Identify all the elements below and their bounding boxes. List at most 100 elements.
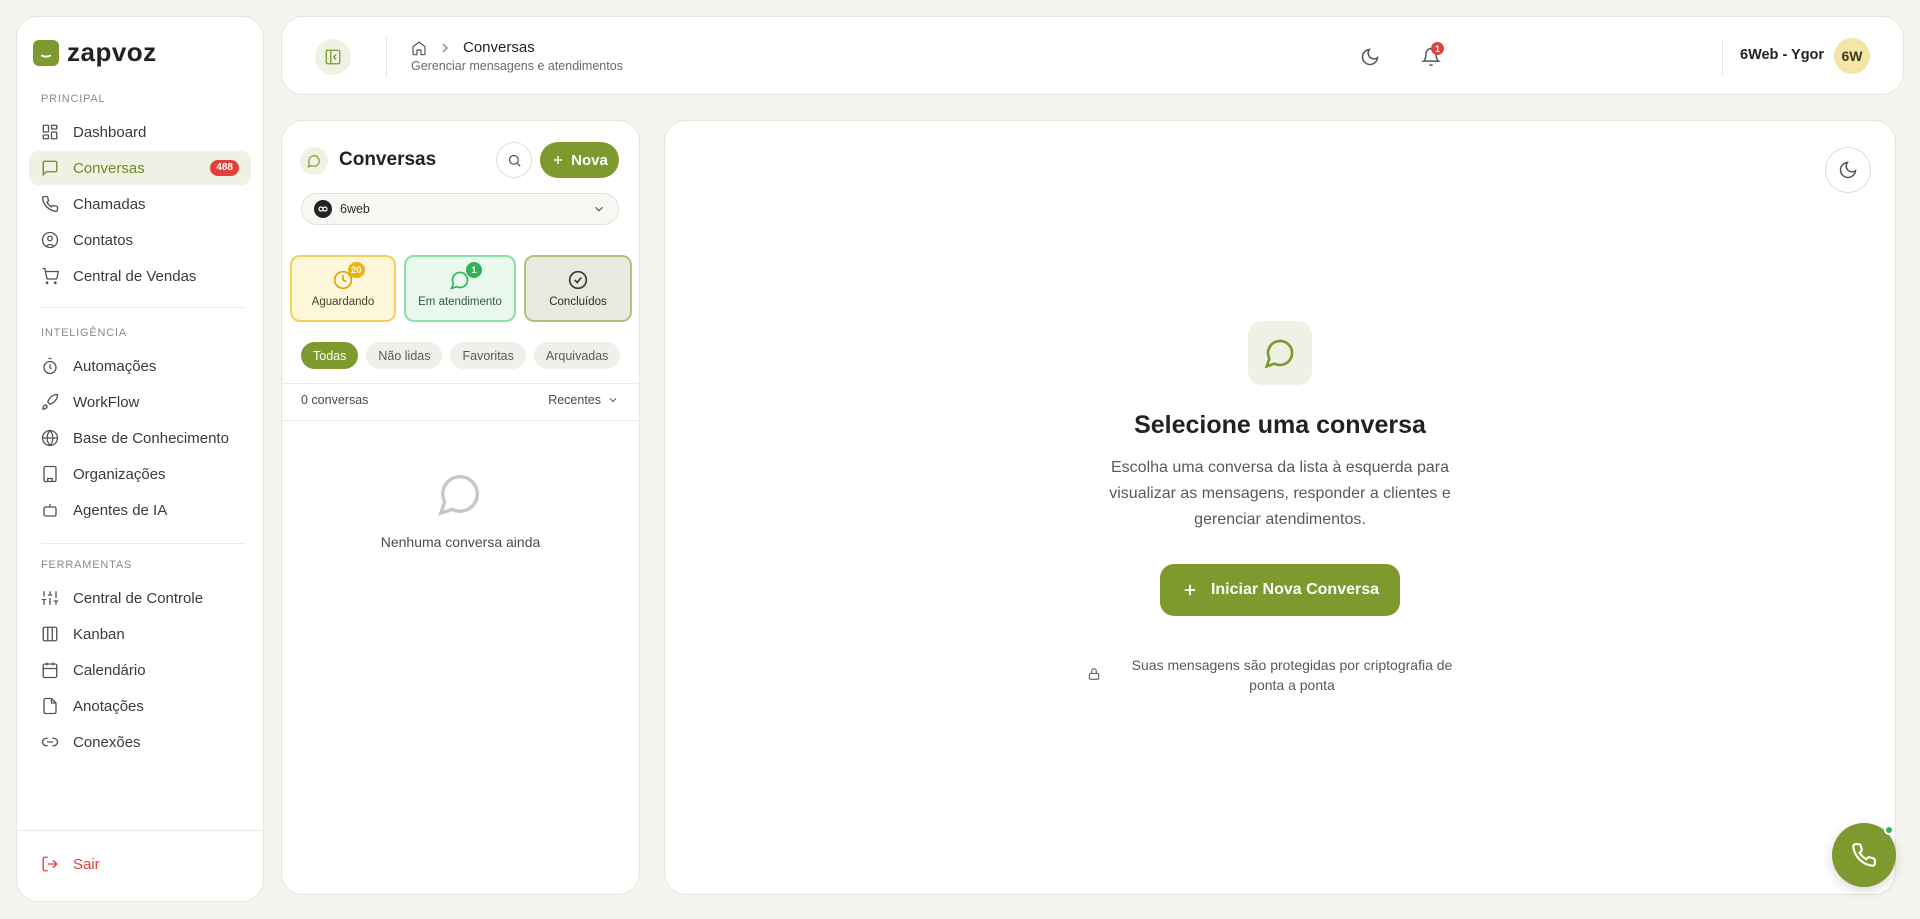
sidebar-item-label: Central de Controle	[73, 589, 204, 607]
breadcrumb-current: Conversas	[463, 39, 535, 56]
timer-icon	[43, 357, 57, 375]
in-service-count-badge: 1	[466, 262, 482, 278]
sidebar-item-label: Base de Conhecimento	[73, 429, 229, 447]
empty-state-text: Nenhuma conversa ainda	[380, 534, 541, 550]
sidebar-item-label: Anotações	[73, 697, 144, 715]
sidebar-item-workflow[interactable]: WorkFlow	[29, 385, 251, 419]
sidebar-item-calendario[interactable]: Calendário	[29, 653, 251, 687]
status-card-done[interactable]: Concluídos	[524, 255, 632, 322]
cart-icon	[42, 267, 59, 285]
sidebar-item-dashboard[interactable]: Dashboard	[29, 115, 251, 149]
divider	[386, 37, 387, 77]
divider	[282, 383, 639, 384]
search-button[interactable]	[496, 142, 532, 178]
moon-icon	[1839, 161, 1857, 179]
phone-icon	[1852, 843, 1876, 867]
dashboard-icon	[42, 124, 58, 140]
online-status-dot	[1884, 825, 1894, 835]
sidebar-item-conversas[interactable]: Conversas 488	[29, 151, 251, 185]
sort-label: Recentes	[548, 393, 601, 407]
filter-nao-lidas[interactable]: Não lidas	[366, 342, 443, 369]
sidebar-item-automacoes[interactable]: Automações	[29, 349, 251, 383]
sidebar-item-central-de-controle[interactable]: Central de Controle	[29, 581, 251, 615]
nav-section-inteligencia: INTELIGÊNCIA Automações WorkFlow Base de…	[17, 323, 263, 527]
filter-tabs: Todas Não lidas Favoritas Arquivadas	[301, 342, 621, 369]
conversation-count: 0 conversas	[301, 393, 369, 407]
phone-icon	[41, 195, 59, 213]
sidebar-item-conexoes[interactable]: Conexões	[29, 725, 251, 759]
new-conversation-button[interactable]: Nova	[540, 142, 619, 178]
bot-icon	[43, 504, 57, 517]
globe-icon	[41, 429, 59, 447]
sidebar-item-label: Dashboard	[73, 123, 147, 141]
logout-button[interactable]: Sair	[29, 849, 112, 879]
filter-todas[interactable]: Todas	[301, 342, 359, 369]
notifications-button[interactable]: 1	[1416, 42, 1446, 72]
sort-dropdown[interactable]: Recentes	[548, 393, 619, 407]
plus-icon	[554, 155, 563, 165]
contacts-icon	[41, 231, 59, 249]
home-icon[interactable]	[411, 40, 427, 56]
kanban-icon	[42, 626, 58, 642]
file-icon	[43, 697, 57, 715]
call-fab-button[interactable]	[1832, 823, 1896, 887]
divider	[41, 543, 245, 544]
sidebar-item-kanban[interactable]: Kanban	[29, 617, 251, 651]
sliders-icon	[41, 591, 59, 605]
sidebar-item-anotacoes[interactable]: Anotações	[29, 689, 251, 723]
chevron-right-icon	[442, 43, 448, 52]
sidebar-item-contatos[interactable]: Contatos	[29, 223, 251, 257]
sidebar-item-label: Contatos	[73, 231, 134, 249]
instance-value: 6web	[340, 202, 370, 216]
waiting-count-badge: 20	[348, 262, 365, 278]
plus-icon	[1184, 584, 1196, 596]
start-conversation-button[interactable]: Iniciar Nova Conversa	[1160, 564, 1400, 616]
sidebar-toggle-button[interactable]	[315, 39, 351, 75]
filter-arquivadas[interactable]: Arquivadas	[533, 342, 621, 369]
panel-title: Conversas	[339, 149, 437, 170]
chevron-down-icon	[609, 398, 617, 403]
search-icon	[508, 154, 521, 167]
instance-avatar	[314, 200, 332, 218]
logout-label: Sair	[73, 855, 100, 873]
instance-select[interactable]: 6web	[301, 193, 619, 225]
panel-left-icon	[325, 49, 341, 65]
link-icon	[41, 737, 59, 747]
rocket-icon	[42, 393, 59, 410]
breadcrumb: Conversas	[411, 39, 535, 56]
chat-icon	[42, 160, 58, 177]
conversation-view-panel: Selecione uma conversa Escolha uma conve…	[664, 120, 1896, 895]
section-label: INTELIGÊNCIA	[41, 327, 128, 339]
sidebar-item-label: WorkFlow	[73, 393, 140, 411]
section-label: FERRAMENTAS	[41, 559, 133, 571]
dark-mode-button[interactable]	[1355, 42, 1385, 72]
calendar-icon	[42, 662, 58, 679]
sidebar: zapvoz PRINCIPAL Dashboard Conversas 488…	[16, 16, 264, 902]
sidebar-item-label: Organizações	[73, 465, 166, 483]
filter-favoritas[interactable]: Favoritas	[450, 342, 526, 369]
logo[interactable]: zapvoz	[33, 37, 157, 68]
empty-chat-icon	[438, 475, 479, 516]
status-card-in-service[interactable]: 1 Em atendimento	[404, 255, 516, 322]
sidebar-item-agentes-de-ia[interactable]: Agentes de IA	[29, 493, 251, 527]
divider	[1722, 39, 1723, 75]
logo-icon	[33, 39, 59, 66]
sidebar-item-label: Conexões	[73, 733, 141, 751]
status-label: Em atendimento	[418, 295, 502, 308]
sidebar-item-central-de-vendas[interactable]: Central de Vendas	[29, 259, 251, 293]
avatar[interactable]: 6W	[1834, 38, 1870, 74]
section-label: PRINCIPAL	[41, 93, 106, 105]
sidebar-item-organizacoes[interactable]: Organizações	[29, 457, 251, 491]
chat-icon	[300, 147, 328, 175]
user-name[interactable]: 6Web - Ygor	[1740, 47, 1824, 63]
sidebar-item-chamadas[interactable]: Chamadas	[29, 187, 251, 221]
theme-toggle-button[interactable]	[1825, 147, 1871, 193]
sidebar-item-label: Automações	[73, 357, 157, 375]
new-button-label: Nova	[571, 151, 608, 169]
sidebar-item-label: Agentes de IA	[73, 501, 168, 519]
status-card-waiting[interactable]: 20 Aguardando	[290, 255, 396, 322]
sidebar-item-base-de-conhecimento[interactable]: Base de Conhecimento	[29, 421, 251, 455]
conversation-list-panel: Conversas Nova 6web 20 Aguardando 1 Em a…	[281, 120, 640, 895]
chat-icon	[1248, 321, 1312, 385]
building-icon	[43, 465, 57, 483]
